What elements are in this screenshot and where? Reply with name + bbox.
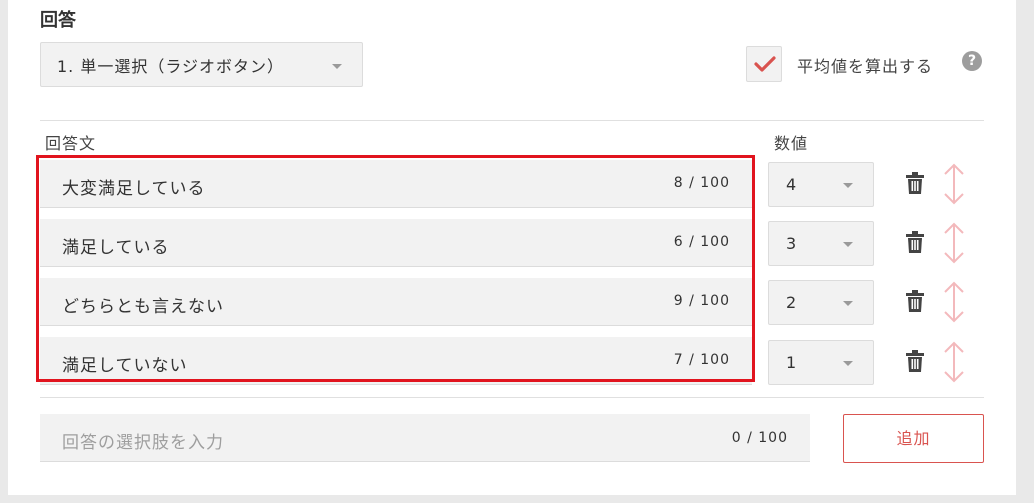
chevron-down-icon xyxy=(843,301,853,306)
trash-icon[interactable] xyxy=(906,290,924,312)
answer-type-select[interactable]: 1. 単一選択（ラジオボタン） xyxy=(40,42,363,87)
value-select-1[interactable]: 4 xyxy=(768,162,874,207)
value-select-2[interactable]: 3 xyxy=(768,221,874,266)
trash-icon[interactable] xyxy=(906,231,924,253)
highlight-box xyxy=(36,155,755,382)
help-icon[interactable]: ? xyxy=(962,51,982,71)
divider xyxy=(40,120,984,121)
value-select-3[interactable]: 2 xyxy=(768,280,874,325)
divider xyxy=(40,397,984,398)
new-answer-input[interactable]: 回答の選択肢を入力 0 / 100 xyxy=(40,414,810,462)
average-checkbox[interactable] xyxy=(746,46,782,82)
reorder-arrow-icon[interactable] xyxy=(941,341,967,383)
reorder-arrow-icon[interactable] xyxy=(941,281,967,323)
value-text: 4 xyxy=(786,175,797,194)
value-text: 3 xyxy=(786,234,797,253)
reorder-arrow-icon[interactable] xyxy=(941,222,967,264)
value-text: 1 xyxy=(786,353,797,372)
chevron-down-icon xyxy=(332,64,342,69)
new-answer-char-count: 0 / 100 xyxy=(731,430,788,446)
chevron-down-icon xyxy=(843,361,853,366)
new-answer-placeholder: 回答の選択肢を入力 xyxy=(62,433,224,453)
check-icon xyxy=(754,56,776,72)
answer-type-value: 1. 単一選択（ラジオボタン） xyxy=(57,56,285,76)
value-select-4[interactable]: 1 xyxy=(768,340,874,385)
chevron-down-icon xyxy=(843,242,853,247)
trash-icon[interactable] xyxy=(906,172,924,194)
trash-icon[interactable] xyxy=(906,350,924,372)
reorder-arrow-icon[interactable] xyxy=(941,163,967,205)
average-label: 平均値を算出する xyxy=(797,57,934,76)
answer-text-column-header: 回答文 xyxy=(45,134,97,153)
chevron-down-icon xyxy=(843,183,853,188)
value-column-header: 数値 xyxy=(774,134,809,153)
value-text: 2 xyxy=(786,293,797,312)
section-title: 回答 xyxy=(40,10,76,31)
add-answer-button[interactable]: 追加 xyxy=(843,414,984,463)
